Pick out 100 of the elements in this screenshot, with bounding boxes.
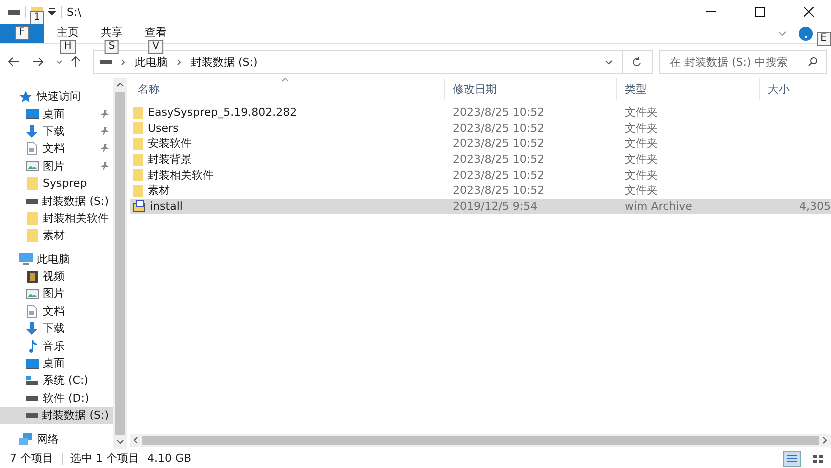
music-note-icon bbox=[28, 340, 36, 353]
sidebar-item[interactable]: 音乐 bbox=[0, 337, 113, 355]
date-cell-text: 2023/8/25 10:52 bbox=[452, 184, 546, 198]
archive-icon bbox=[133, 200, 145, 212]
drive-icon bbox=[26, 413, 38, 418]
folder-icon bbox=[26, 212, 38, 225]
down-arrow-icon bbox=[26, 124, 38, 138]
forward-icon[interactable] bbox=[32, 57, 44, 67]
file-row[interactable]: 封装背景 2023/8/25 10:52 文件夹 bbox=[130, 152, 831, 168]
date-cell-text: 2023/8/25 10:52 bbox=[452, 153, 546, 166]
image-icon bbox=[26, 288, 38, 299]
column-header[interactable]: 修改日期 bbox=[445, 78, 617, 100]
breadcrumb[interactable]: 封装数据 (S:) bbox=[191, 54, 258, 70]
size-cell-text: 4,305 bbox=[798, 200, 831, 213]
drive-icon bbox=[8, 8, 20, 16]
drive-icon bbox=[100, 59, 112, 65]
ribbon-tab[interactable]: 主页 bbox=[48, 25, 88, 39]
folder-icon bbox=[26, 229, 38, 242]
column-header[interactable]: 类型 bbox=[617, 78, 760, 100]
sidebar-item[interactable]: 封装数据 (S:) bbox=[0, 192, 113, 210]
keytip-tooltip: 1 bbox=[30, 11, 44, 25]
keytip-tooltip: F bbox=[15, 26, 29, 40]
folder-icon bbox=[133, 169, 143, 182]
sidebar-item[interactable]: 文档 bbox=[0, 140, 113, 158]
file-name: 安装软件 bbox=[148, 136, 192, 152]
pin-icon bbox=[101, 110, 109, 119]
scroll-down-icon[interactable] bbox=[116, 440, 124, 444]
sidebar-item[interactable]: 素材 bbox=[0, 227, 113, 245]
ribbon-tab[interactable]: 查看 bbox=[136, 25, 176, 39]
sidebar-item[interactable]: 下载 bbox=[0, 320, 113, 338]
type-cell-text: wim Archive bbox=[624, 200, 694, 213]
date-cell-text: 2023/8/25 10:52 bbox=[452, 168, 546, 182]
sidebar-item[interactable]: 网络 bbox=[0, 430, 113, 448]
address-bar[interactable]: 此电脑 封装数据 (S:) bbox=[93, 50, 653, 74]
sidebar-item[interactable]: 桌面 bbox=[0, 105, 113, 123]
sidebar-item[interactable]: 视频 bbox=[0, 268, 113, 286]
chevron-icon bbox=[121, 58, 126, 66]
sidebar-item[interactable]: 封装相关软件 bbox=[0, 210, 113, 228]
document-icon bbox=[27, 142, 37, 156]
monitor-icon bbox=[26, 109, 38, 120]
file-name: 封装背景 bbox=[148, 152, 192, 168]
file-name: install bbox=[150, 200, 183, 213]
search-field[interactable]: 在 封装数据 (S:) 中搜索 bbox=[659, 50, 827, 74]
network-icon bbox=[18, 433, 34, 446]
help-icon[interactable] bbox=[799, 26, 813, 40]
sidebar-item[interactable]: 图片 bbox=[0, 285, 113, 303]
dropdown-icon[interactable] bbox=[48, 8, 56, 16]
file-name: Users bbox=[148, 122, 179, 135]
image-icon bbox=[26, 161, 38, 172]
file-row[interactable]: Users 2023/8/25 10:52 文件夹 bbox=[130, 120, 831, 136]
date-cell-text: 2019/12/5 9:54 bbox=[452, 200, 539, 213]
scrollbar[interactable] bbox=[113, 78, 127, 449]
file-row[interactable]: 素材 2023/8/25 10:52 文件夹 bbox=[130, 182, 831, 199]
type-cell-text: 文件夹 bbox=[624, 168, 659, 183]
breadcrumb[interactable]: 此电脑 bbox=[135, 54, 168, 70]
type-cell-text: 文件夹 bbox=[624, 120, 659, 136]
maximize-icon[interactable] bbox=[755, 7, 765, 17]
back-icon[interactable] bbox=[8, 57, 20, 67]
sidebar-item[interactable]: 桌面 bbox=[0, 354, 113, 372]
file-row[interactable]: 安装软件 2023/8/25 10:52 文件夹 bbox=[130, 136, 831, 152]
sidebar-item[interactable]: 下载 bbox=[0, 122, 113, 140]
keytip-tooltip: E bbox=[816, 32, 831, 46]
sidebar-item[interactable]: 此电脑 bbox=[0, 250, 113, 268]
monitor-icon bbox=[19, 253, 33, 266]
sidebar-item[interactable]: Sysprep bbox=[0, 174, 113, 192]
folder-icon bbox=[26, 177, 38, 190]
chevron-icon[interactable] bbox=[56, 60, 63, 64]
ribbon-tab[interactable]: 共享 bbox=[92, 25, 132, 39]
keytip-tooltip: V bbox=[148, 40, 164, 54]
scroll-up-icon[interactable] bbox=[116, 83, 124, 87]
column-header[interactable]: 名称 bbox=[130, 78, 445, 100]
scroll-right-icon[interactable] bbox=[823, 437, 827, 444]
chevron-icon[interactable] bbox=[778, 30, 787, 36]
file-row[interactable]: 封装相关软件 2023/8/25 10:52 文件夹 bbox=[130, 167, 831, 183]
scroll-left-icon[interactable] bbox=[134, 437, 138, 444]
sidebar-item[interactable]: 系统 (C:) bbox=[0, 372, 113, 390]
sidebar-item[interactable]: 图片 bbox=[0, 158, 113, 175]
film-icon bbox=[26, 270, 38, 283]
dropdown-icon[interactable] bbox=[605, 60, 613, 64]
sidebar-item[interactable]: 软件 (D:) bbox=[0, 390, 113, 408]
date-cell-text: 2023/8/25 10:52 bbox=[452, 106, 546, 120]
window-title: S:\ bbox=[67, 6, 82, 18]
drive-icon bbox=[26, 396, 38, 401]
type-cell-text: 文件夹 bbox=[624, 136, 659, 152]
sidebar-item[interactable]: 快速访问 bbox=[0, 88, 113, 106]
file-row[interactable]: EasySysprep_5.19.802.282 2023/8/25 10:52 文件夹 bbox=[130, 105, 831, 121]
column-header[interactable]: 大小 bbox=[760, 78, 831, 100]
details-view-icon[interactable] bbox=[783, 450, 801, 466]
drive-icon bbox=[26, 376, 38, 386]
star-icon bbox=[20, 90, 32, 103]
search-icon bbox=[808, 57, 818, 67]
up-icon[interactable] bbox=[71, 56, 81, 68]
chevron-icon bbox=[177, 58, 182, 66]
scrollbar[interactable] bbox=[130, 434, 831, 447]
sidebar-item[interactable]: 封装数据 (S:) bbox=[0, 407, 113, 424]
date-cell-text: 2023/8/25 10:52 bbox=[452, 122, 546, 135]
close-icon[interactable] bbox=[804, 7, 814, 17]
sidebar-item[interactable]: 文档 bbox=[0, 302, 113, 320]
refresh-icon[interactable] bbox=[632, 56, 642, 68]
file-row[interactable]: install 2019/12/5 9:54 wim Archive 4,305 bbox=[130, 198, 831, 214]
